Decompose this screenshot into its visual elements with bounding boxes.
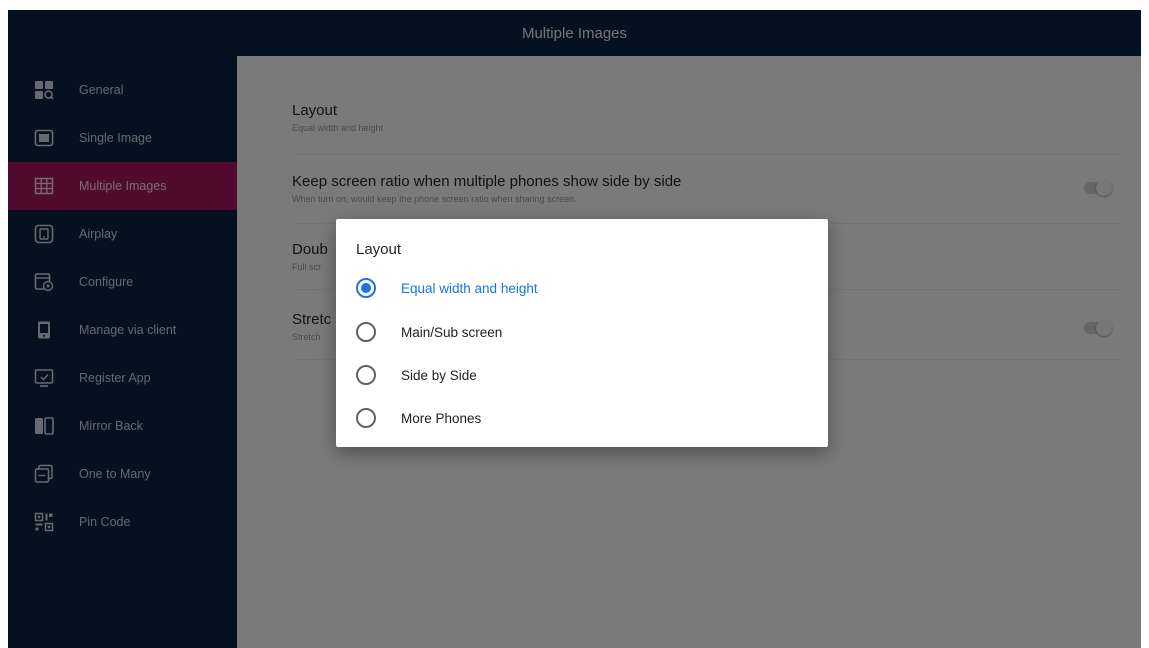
layout-option-equal-width-height[interactable]: Equal width and height [356, 275, 538, 301]
layout-dialog: Layout Equal width and height Main/Sub s… [336, 219, 828, 447]
app-window: Multiple Images General Single Image Mul… [8, 10, 1141, 648]
radio-button[interactable] [356, 408, 376, 428]
radio-button[interactable] [356, 365, 376, 385]
layout-option-side-by-side[interactable]: Side by Side [356, 362, 477, 388]
option-label: Side by Side [401, 367, 477, 383]
layout-option-more-phones[interactable]: More Phones [356, 405, 481, 431]
option-label: Equal width and height [401, 280, 538, 296]
layout-option-main-sub-screen[interactable]: Main/Sub screen [356, 319, 502, 345]
option-label: Main/Sub screen [401, 324, 503, 340]
dialog-title: Layout [356, 241, 402, 258]
radio-button-selected[interactable] [356, 278, 376, 298]
radio-button[interactable] [356, 322, 376, 342]
option-label: More Phones [401, 410, 482, 426]
